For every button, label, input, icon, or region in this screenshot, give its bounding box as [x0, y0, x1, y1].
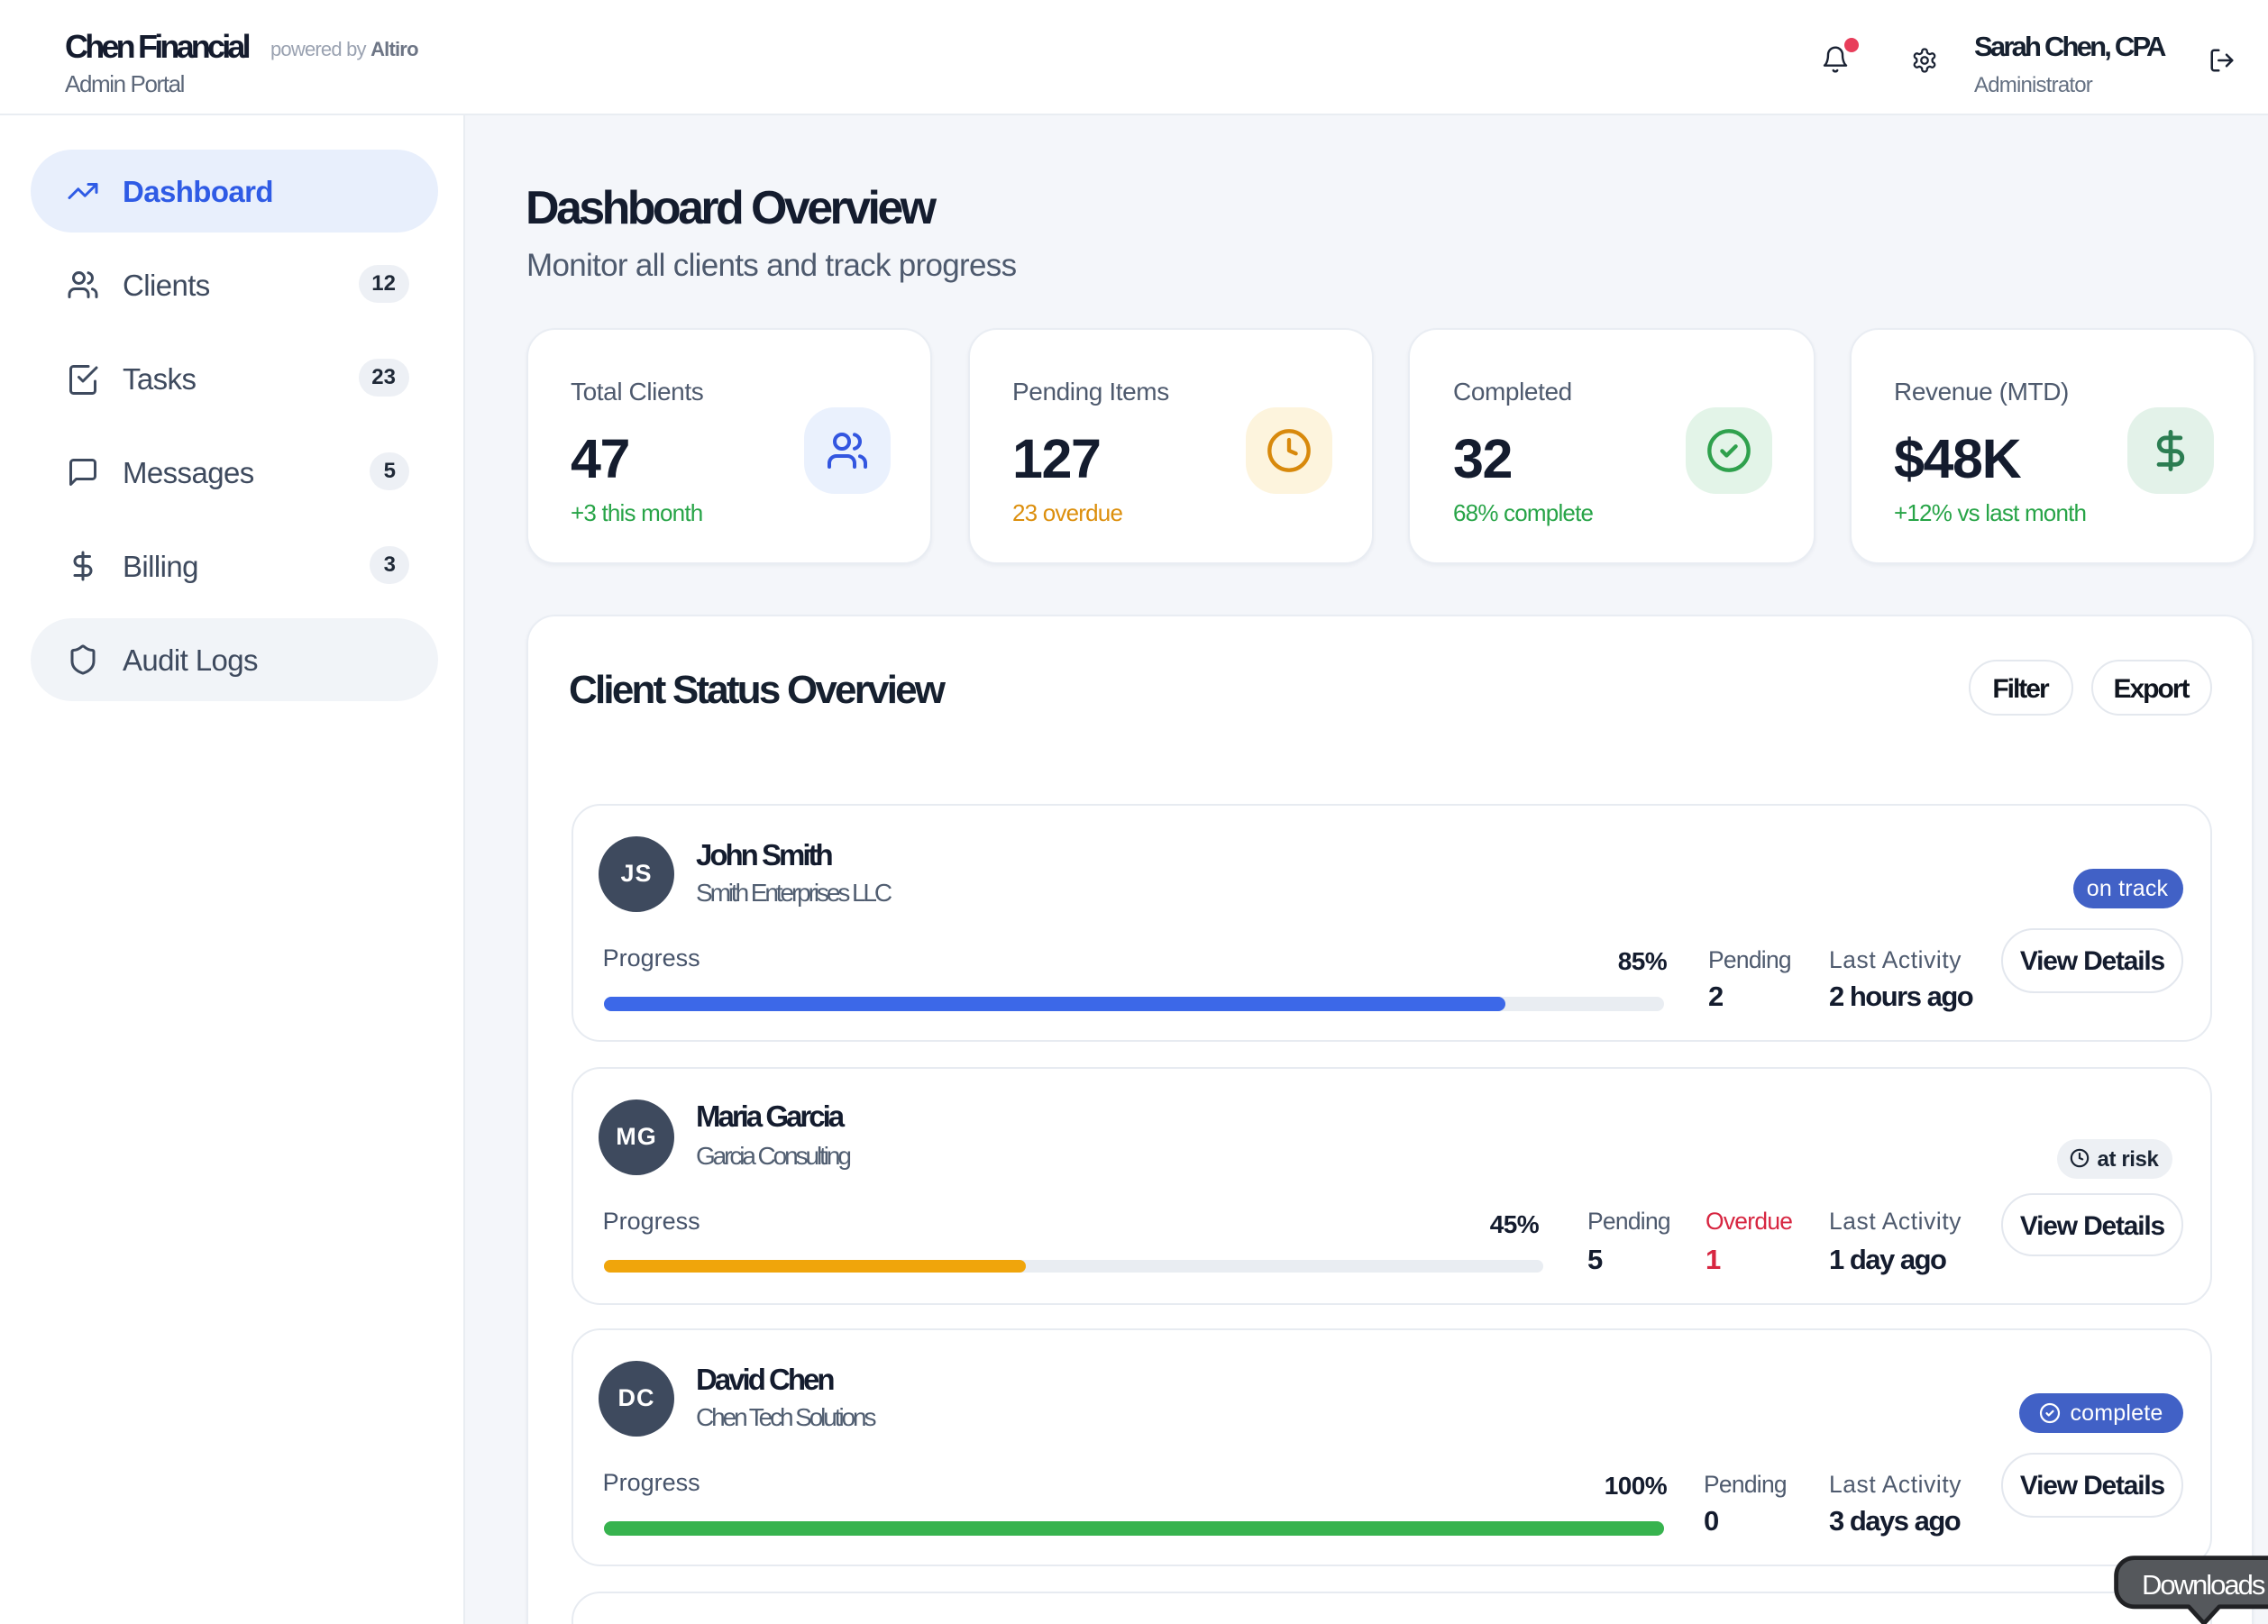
svg-text:Downloads: Downloads [2142, 1569, 2265, 1601]
